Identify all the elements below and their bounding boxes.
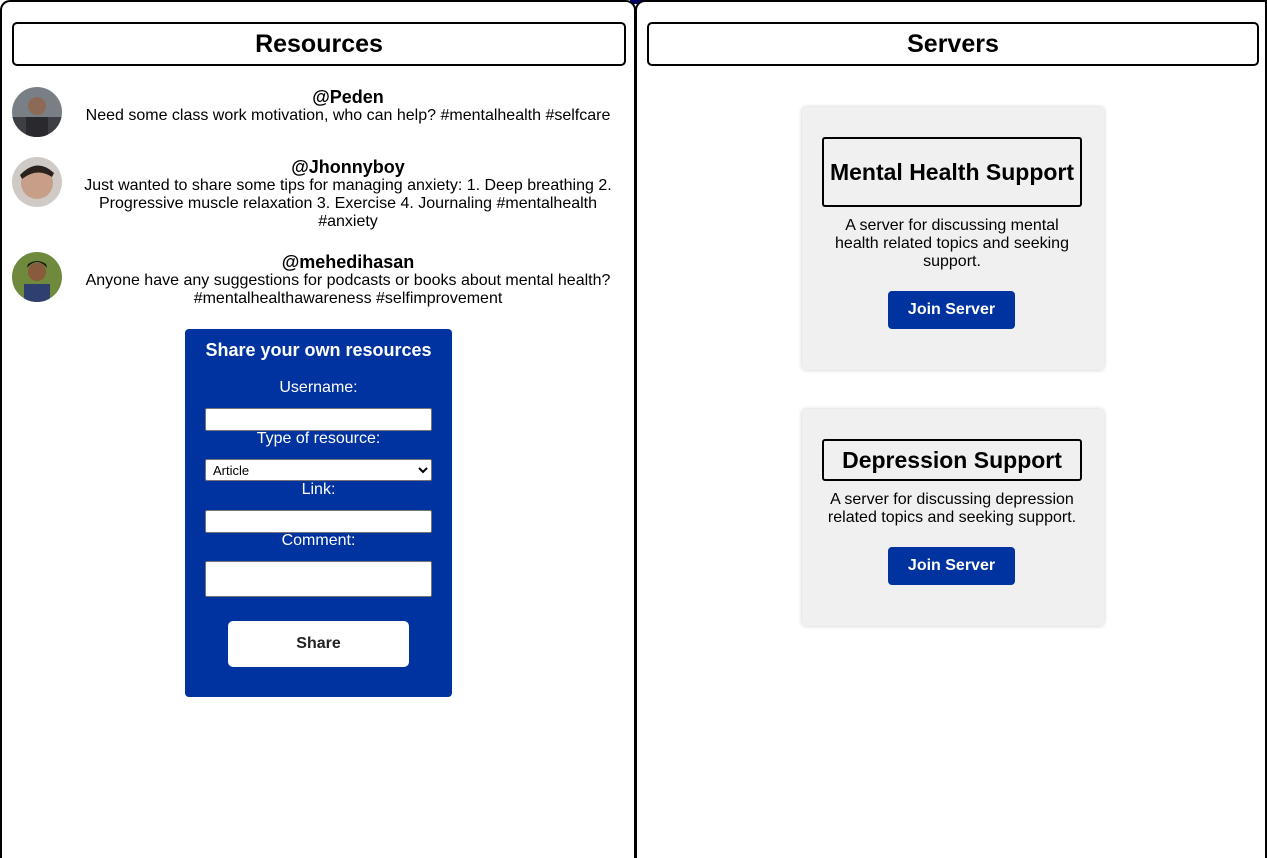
post-username[interactable]: @Jhonnyboy bbox=[72, 157, 624, 177]
server-description: A server for discussing depression relat… bbox=[827, 491, 1077, 526]
post-text: Need some class work motivation, who can… bbox=[85, 107, 611, 124]
comment-label: Comment: bbox=[281, 532, 356, 549]
avatar[interactable] bbox=[12, 87, 62, 137]
avatar[interactable] bbox=[12, 252, 62, 302]
server-name: Mental Health Support bbox=[822, 137, 1082, 207]
join-server-button[interactable]: Join Server bbox=[888, 291, 1015, 329]
comment-textarea[interactable] bbox=[205, 561, 432, 597]
username-label: Username: bbox=[279, 379, 358, 396]
share-button[interactable]: Share bbox=[228, 621, 409, 667]
resources-title: Resources bbox=[12, 22, 626, 66]
server-description: A server for discussing mental health re… bbox=[835, 217, 1069, 270]
server-card: Depression Support A server for discussi… bbox=[802, 409, 1104, 626]
server-name: Depression Support bbox=[822, 439, 1082, 481]
post-username[interactable]: @mehedihasan bbox=[72, 252, 624, 272]
post-text: Just wanted to share some tips for manag… bbox=[84, 177, 612, 230]
form-title: Share your own resources bbox=[205, 340, 432, 360]
share-resource-form: Share your own resources Username: Type … bbox=[185, 329, 452, 697]
servers-panel: Servers Mental Health Support A server f… bbox=[635, 0, 1267, 858]
link-input[interactable] bbox=[205, 510, 432, 533]
resources-panel: Resources @Peden Need some class work mo… bbox=[0, 0, 636, 858]
avatar[interactable] bbox=[12, 157, 62, 207]
resource-type-select[interactable]: Article bbox=[205, 459, 432, 481]
resource-type-label: Type of resource: bbox=[256, 430, 381, 447]
servers-title: Servers bbox=[647, 22, 1259, 66]
username-input[interactable] bbox=[205, 408, 432, 431]
post-text: Anyone have any suggestions for podcasts… bbox=[85, 272, 611, 307]
server-card: Mental Health Support A server for discu… bbox=[802, 107, 1104, 370]
post-username[interactable]: @Peden bbox=[72, 87, 624, 107]
join-server-button[interactable]: Join Server bbox=[888, 547, 1015, 585]
link-label: Link: bbox=[301, 481, 336, 498]
